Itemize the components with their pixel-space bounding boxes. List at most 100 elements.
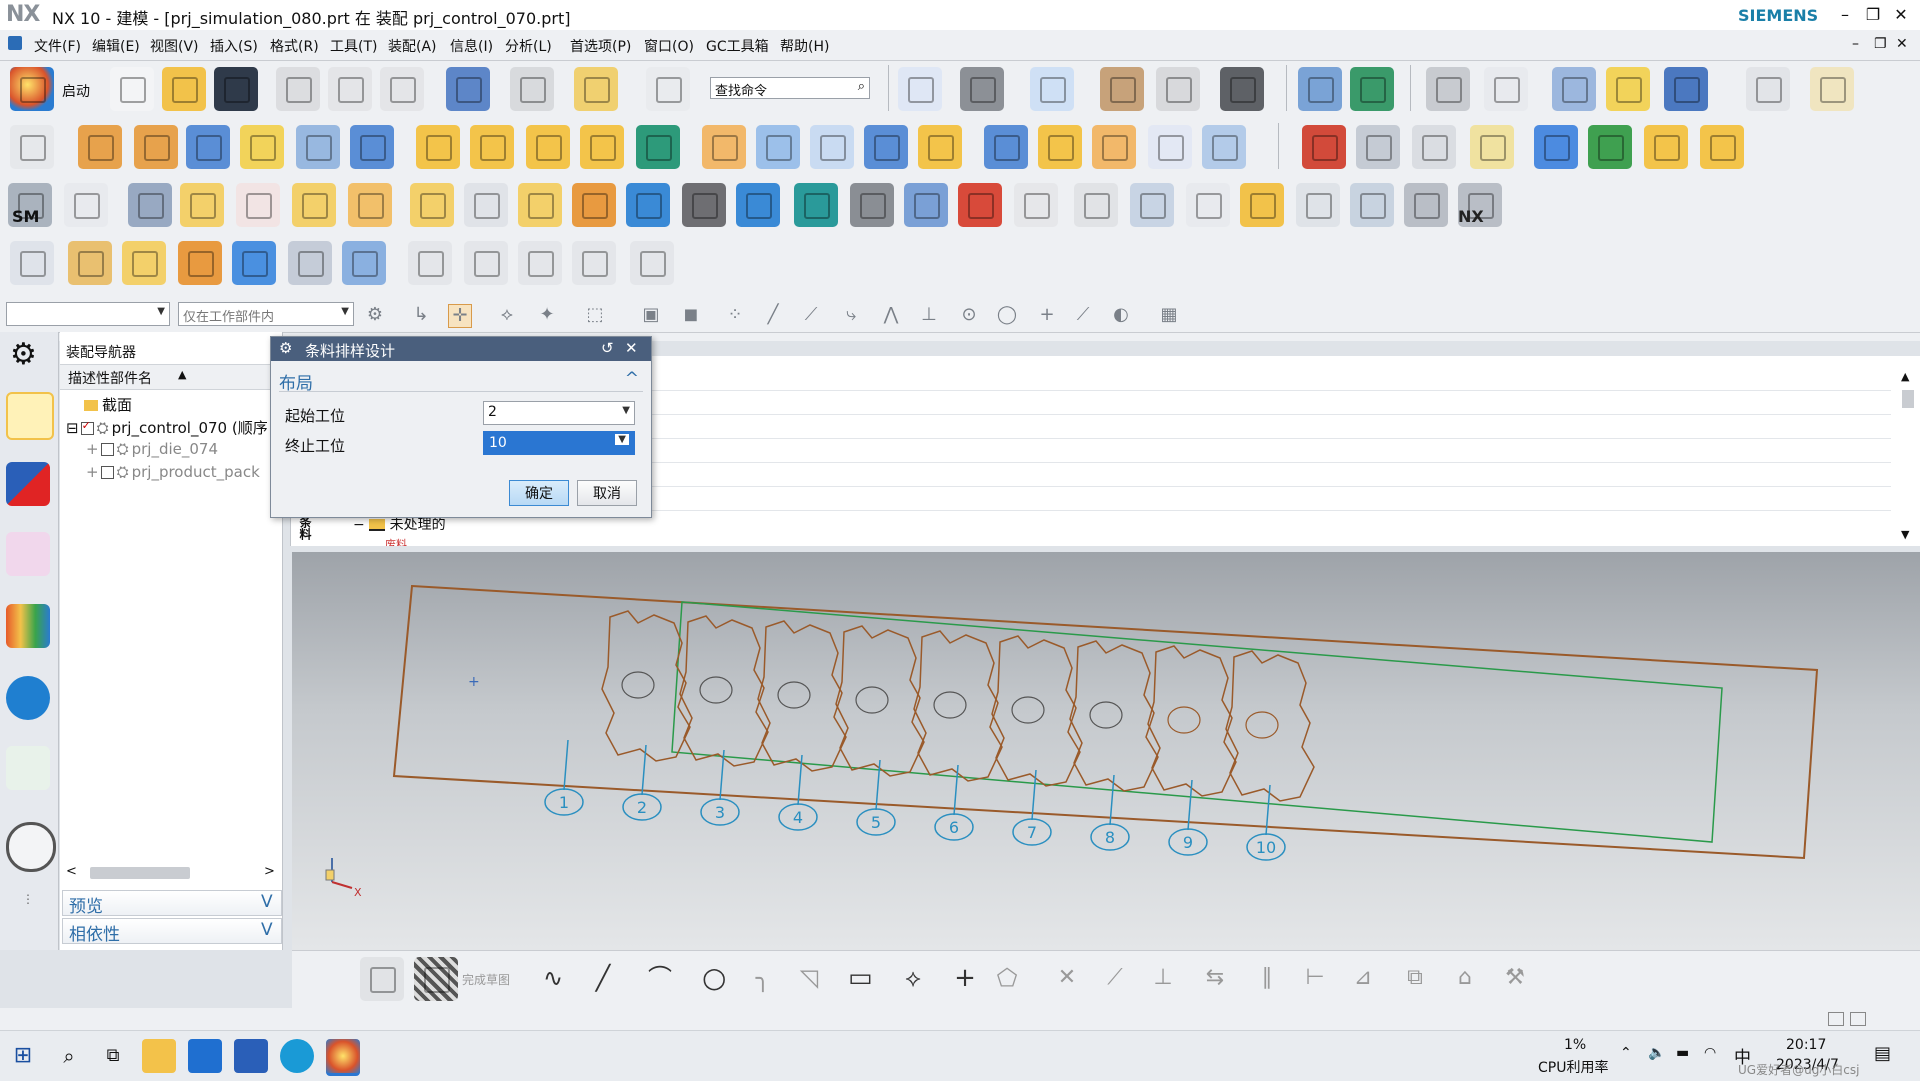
shaded-view-icon[interactable] [960,67,1004,111]
scrap-node[interactable]: 废料 [385,536,407,546]
layer-stack-icon[interactable] [1356,125,1400,169]
visibility-checkbox[interactable] [100,466,114,479]
close-button[interactable]: ✕ [1888,2,1914,28]
plane-icon[interactable] [810,125,854,169]
rectangle-tool-icon[interactable]: ▭ [848,965,873,991]
menu-help[interactable]: 帮助(H) [780,36,829,56]
edit-sketch-icon[interactable] [464,183,508,227]
wireframe-view-icon[interactable] [1030,67,1074,111]
disabled-tool-3-icon[interactable] [518,241,562,285]
command-search-input[interactable]: 查找命令 ⌕ [710,77,870,99]
pocket-icon[interactable] [850,183,894,227]
web-browser-icon[interactable] [6,746,50,790]
flowchart-icon[interactable] [236,183,280,227]
t-profile-icon[interactable] [122,241,166,285]
layers-3d-icon[interactable] [178,241,222,285]
pyramid-icon[interactable] [1148,125,1192,169]
expand-icon[interactable]: + [86,440,99,458]
wifi-icon[interactable]: ◠ [1704,1045,1716,1061]
cube-select-icon[interactable]: ▣ [640,304,662,326]
die-set-icon[interactable] [410,183,454,227]
tray-chevron-icon[interactable]: ⌃ [1620,1045,1632,1061]
dialog-close-button[interactable]: ✕ [625,339,638,357]
chart-icon[interactable] [958,183,1002,227]
restore-button[interactable]: ❐ [1860,2,1886,28]
assembly-constraint-icon[interactable] [1302,125,1346,169]
add-feature-icon[interactable] [636,125,680,169]
finish-sketch-label[interactable]: 完成草图 [462,971,510,988]
copy-icon[interactable] [328,67,372,111]
clipboard-icon[interactable] [1350,183,1394,227]
expand-icon[interactable]: + [86,463,99,481]
bom-icon[interactable] [1412,125,1456,169]
menu-tools[interactable]: 工具(T) [330,36,377,56]
clock-time[interactable]: 20:17 [1786,1037,1826,1053]
selection-intent-icon[interactable]: ↳ [410,304,432,326]
existing-point-icon[interactable]: + [1036,304,1058,326]
contour-icon[interactable] [342,241,386,285]
die-stack-icon[interactable] [1240,183,1284,227]
doc-minimize-button[interactable]: – [1852,36,1859,52]
curved-surface-icon[interactable] [1038,125,1082,169]
preview-section[interactable]: 预览 V [62,890,282,917]
history-clock-icon[interactable] [6,822,56,872]
edit-part-icon[interactable] [10,241,54,285]
snap-point-icon[interactable] [1746,67,1790,111]
pins-icon[interactable] [526,125,570,169]
arc-center-icon[interactable]: ⊙ [958,304,980,326]
block-icon[interactable] [186,125,230,169]
fit-view-icon[interactable] [898,67,942,111]
scroll-down-arrow[interactable]: ▼ [1901,528,1909,541]
dimension-icon[interactable]: ⊢ [1304,967,1326,989]
info-window-icon[interactable] [646,67,690,111]
polygon-tool-icon[interactable]: ⟡ [902,966,924,990]
table-icon[interactable] [1074,183,1118,227]
minimize-button[interactable]: – [1832,2,1858,28]
extrude-icon[interactable] [918,125,962,169]
tree-row-control[interactable]: ⊟⛭prj_control_070 (顺序 [66,417,268,438]
tag-icon[interactable] [1470,125,1514,169]
point-on-line-icon[interactable]: ⟋ [1072,304,1094,326]
collapse-icon[interactable]: − [353,517,365,533]
hammer-tools-icon[interactable] [1404,183,1448,227]
app-menu-icon[interactable] [8,36,22,50]
disabled-tool-4-icon[interactable] [572,241,616,285]
nx-taskbar-icon[interactable] [326,1039,360,1076]
layer-view-icon[interactable] [1156,67,1200,111]
undo-icon[interactable] [446,67,490,111]
start-button-label[interactable]: 启动 [62,81,90,101]
open-file-icon[interactable] [162,67,206,111]
eye-icon[interactable] [1186,183,1230,227]
stack-icon[interactable] [864,125,908,169]
doc-close-button[interactable]: ✕ [1896,36,1908,52]
collapse-chevron-icon[interactable]: ^ [625,369,639,389]
solid-select-icon[interactable]: ◼ [680,304,702,326]
navigator-horizontal-scrollbar[interactable]: < > [66,864,276,882]
profile-icon[interactable]: ∿ [542,966,564,990]
save-icon[interactable] [214,67,258,111]
finish-sketch-icon[interactable] [414,957,458,1001]
select-box-icon[interactable]: ⬚ [584,304,606,326]
bolt-icon[interactable] [794,183,838,227]
line-segment-icon[interactable]: ⟋ [800,304,822,326]
cavity-icon[interactable] [350,125,394,169]
document-tree-icon[interactable] [64,183,108,227]
component-insert-icon[interactable] [580,125,624,169]
arc-tool-icon[interactable]: ⌒ [648,966,672,990]
cut-icon[interactable] [276,67,320,111]
punch-icon[interactable] [518,183,562,227]
solid-block-icon[interactable] [682,183,726,227]
menu-format[interactable]: 格式(R) [270,36,319,56]
task-view-icon[interactable]: ⧉ [96,1039,130,1073]
assembly-filter-icon[interactable]: ⚙ [364,304,386,326]
transform-icon[interactable] [1350,67,1394,111]
ok-button[interactable]: 确定 [509,480,569,506]
check-blue-icon[interactable] [1534,125,1578,169]
search-icon[interactable]: ⌕ [52,1039,86,1073]
grid-toggle-icon[interactable]: ▦ [1158,304,1180,326]
settings-gear-icon[interactable]: ⚙ [10,340,37,370]
doc-restore-button[interactable]: ❐ [1874,36,1887,52]
more-ellipsis-icon[interactable]: ⋮ [22,892,34,906]
list-vertical-scrollbar[interactable]: ▲ ▼ [1898,370,1916,542]
store-icon[interactable] [234,1039,268,1073]
